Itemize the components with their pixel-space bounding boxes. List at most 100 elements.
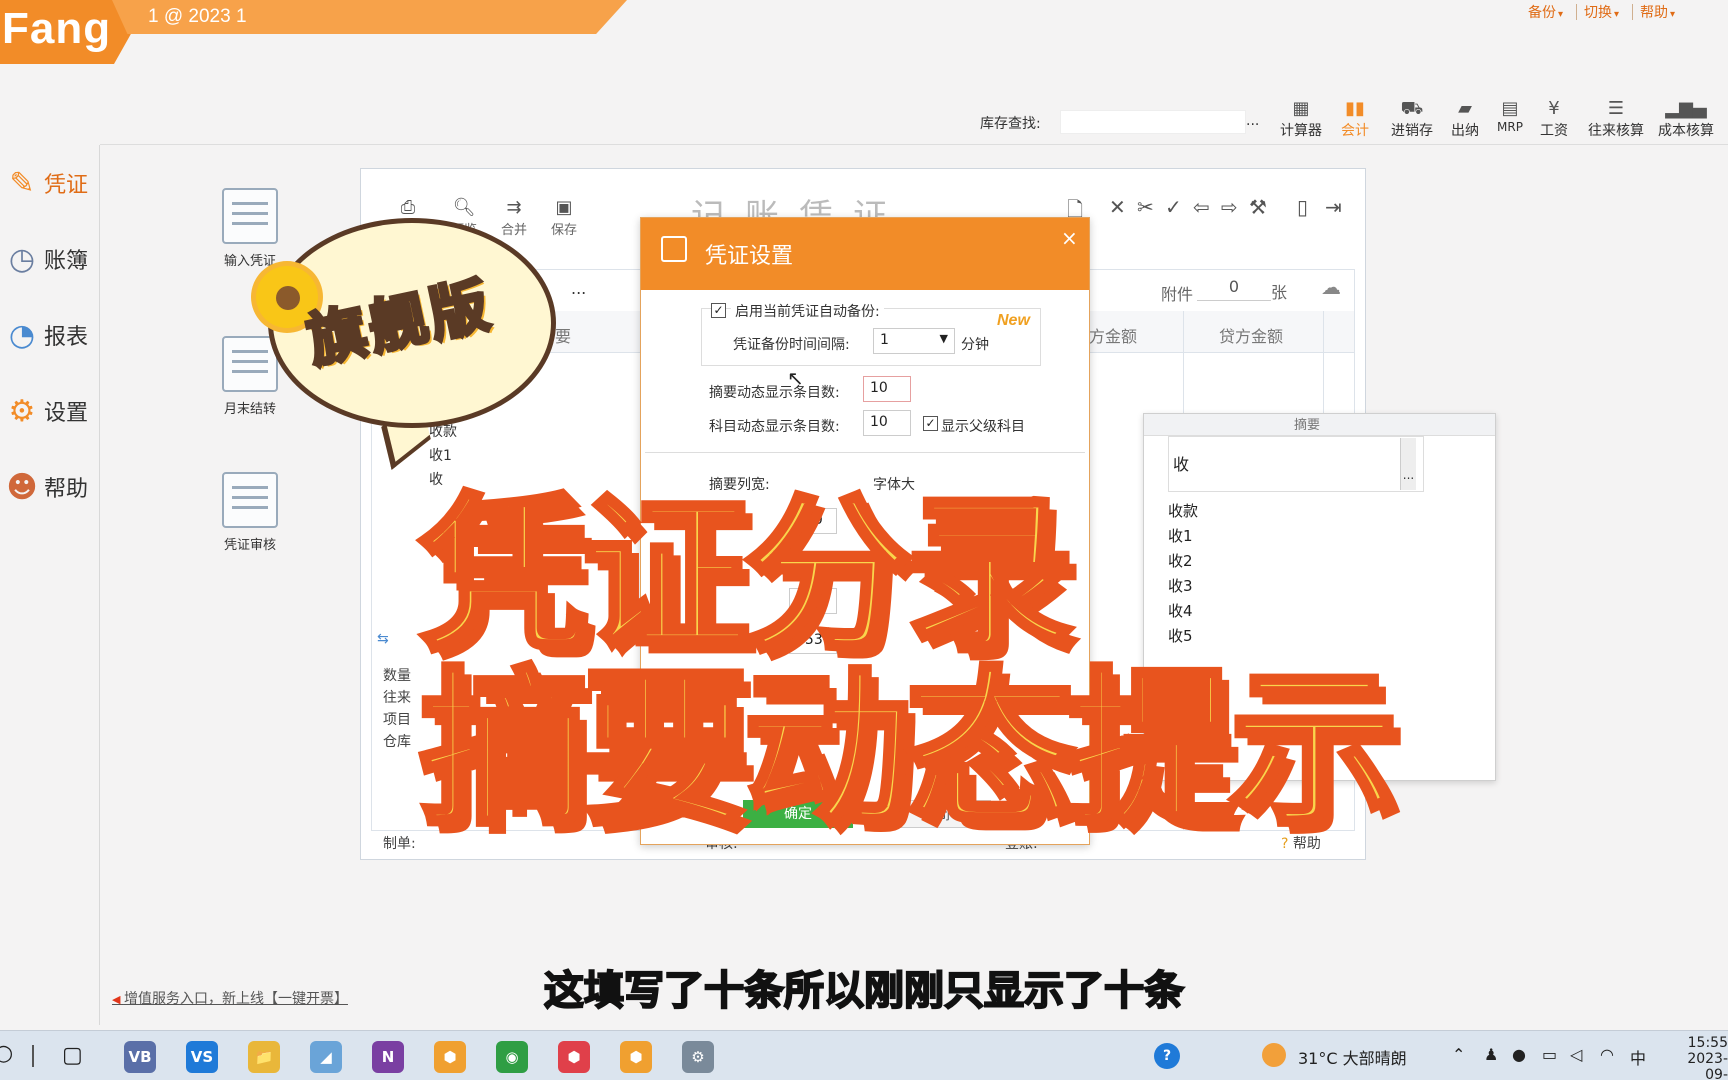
help-icon[interactable]: ?: [1154, 1043, 1180, 1069]
taskbar-separator: [32, 1045, 34, 1067]
taskbar-app[interactable]: 📁: [248, 1041, 280, 1073]
inventory-search-input[interactable]: [1060, 110, 1246, 134]
module-mrp[interactable]: ▤ MRP: [1490, 98, 1530, 142]
list-item[interactable]: 收1: [1168, 525, 1193, 546]
func-label: 输入凭证: [223, 254, 276, 269]
module-label: 出纳: [1451, 123, 1479, 139]
taskbar-app[interactable]: ⬢: [558, 1041, 590, 1073]
show-parent-checkbox[interactable]: ✓: [923, 416, 938, 431]
menu-switch[interactable]: 切换: [1584, 2, 1619, 22]
summary-count-label: 摘要动态显示条目数:: [709, 385, 840, 401]
module-receivables[interactable]: ☰ 往来核算: [1584, 98, 1648, 142]
title-bar: Fang 1 @ 2023 1 备份 切换 帮助: [0, 0, 1728, 64]
select-value: 1: [880, 332, 889, 348]
nav-label: 凭证: [44, 173, 89, 198]
upload-cloud-icon[interactable]: ☁: [1321, 275, 1341, 299]
module-label: 计算器: [1280, 123, 1322, 139]
taskbar-app[interactable]: VS: [186, 1041, 218, 1073]
next-icon[interactable]: ⇨: [1221, 195, 1238, 219]
chevron-up-icon[interactable]: ⌃: [1452, 1045, 1465, 1064]
taskbar-app[interactable]: ◢: [310, 1041, 342, 1073]
stamp-icon[interactable]: ⚒: [1249, 195, 1267, 219]
taskbar-app[interactable]: ⬢: [434, 1041, 466, 1073]
side-label-warehouse: 仓库: [383, 734, 411, 750]
clock[interactable]: 15:55 2023-09-: [1668, 1035, 1728, 1080]
module-inventory[interactable]: ⛟ 进销存: [1384, 98, 1440, 142]
clock-time: 15:55: [1687, 1035, 1728, 1051]
nav-item-voucher[interactable]: ✎ 凭证: [0, 158, 100, 208]
list-item[interactable]: 收2: [1168, 550, 1193, 571]
func-label: 月末结转: [223, 402, 276, 417]
module-accounting[interactable]: ▮▮ 会计: [1332, 98, 1378, 142]
task-view-icon[interactable]: ▢: [62, 1043, 83, 1068]
func-label: 凭证审核: [223, 538, 276, 553]
book-icon: ▮▮: [1345, 98, 1365, 119]
menu-help[interactable]: 帮助: [1640, 2, 1675, 22]
prev-icon[interactable]: ⇦: [1193, 195, 1210, 219]
mrp-icon: ▤: [1501, 98, 1519, 119]
check-icon[interactable]: ✓: [1165, 195, 1182, 219]
exit-icon[interactable]: ⇥: [1325, 195, 1342, 219]
subject-count-label: 科目动态显示条目数:: [709, 419, 840, 435]
attachment-count-input[interactable]: 0: [1197, 275, 1271, 301]
summary-input[interactable]: 收: [1168, 436, 1424, 492]
save-icon: ▣: [555, 197, 573, 218]
expand-icon[interactable]: ⇆: [377, 631, 389, 647]
close-icon[interactable]: ×: [1061, 226, 1078, 250]
module-payroll[interactable]: ¥ 工资: [1534, 98, 1574, 142]
summary-count-input[interactable]: 10: [863, 376, 911, 402]
delete-icon[interactable]: ✕: [1109, 195, 1126, 219]
module-costing[interactable]: ▂▆▄ 成本核算: [1654, 98, 1718, 142]
voucher-entry-icon: [222, 188, 278, 244]
print-icon: ⎙: [400, 197, 416, 218]
show-parent-label: 显示父级科目: [941, 419, 1025, 435]
taskbar-app[interactable]: ⚙: [682, 1041, 714, 1073]
col-debit: 方金额: [1089, 327, 1138, 346]
clock-icon: ◷: [8, 241, 36, 277]
module-label: 会计: [1341, 123, 1369, 139]
tools-icon[interactable]: ✂: [1137, 195, 1154, 219]
taskbar-app[interactable]: N: [372, 1041, 404, 1073]
taskbar-app[interactable]: VB: [124, 1041, 156, 1073]
weather-text[interactable]: 31°C 大部晴朗: [1298, 1045, 1407, 1069]
save-button[interactable]: ▣ 保存: [541, 197, 587, 238]
func-voucher-audit[interactable]: 凭证审核: [200, 472, 300, 553]
module-calculator[interactable]: ▦ 计算器: [1276, 98, 1326, 142]
summary-more-button[interactable]: ...: [1400, 438, 1416, 490]
list-item[interactable]: 收3: [1168, 575, 1193, 596]
wifi-icon[interactable]: ◠: [1600, 1045, 1614, 1064]
backup-enable-checkbox[interactable]: ✓: [711, 303, 726, 318]
module-cashier[interactable]: ▰ 出纳: [1446, 98, 1484, 142]
nav-item-ledger[interactable]: ◷ 账簿: [0, 234, 100, 284]
volume-icon[interactable]: ◁: [1570, 1045, 1582, 1064]
nav-item-settings[interactable]: ⚙ 设置: [0, 386, 100, 436]
preview-icon: 🔍︎: [452, 197, 476, 218]
func-voucher-entry[interactable]: 输入凭证: [200, 188, 300, 269]
weather-icon: [1262, 1043, 1286, 1067]
subject-count-input[interactable]: 10: [863, 410, 911, 436]
attach-icon[interactable]: ▯: [1297, 195, 1308, 219]
backup-interval-select[interactable]: 1 ▼: [873, 328, 955, 354]
voucher-more-button[interactable]: ...: [571, 279, 586, 298]
taskbar-app[interactable]: ◉: [496, 1041, 528, 1073]
nav-label: 报表: [44, 325, 89, 350]
module-label: 工资: [1540, 123, 1568, 139]
module-label: 成本核算: [1658, 123, 1714, 139]
merge-button[interactable]: ⇉ 合并: [491, 197, 537, 238]
list-item[interactable]: 收款: [1168, 500, 1198, 521]
tray-app-icon[interactable]: ♟: [1484, 1045, 1498, 1064]
tray-app-icon[interactable]: ●: [1512, 1045, 1526, 1064]
nav-item-help[interactable]: ☻ 帮助: [0, 462, 100, 512]
taskbar-app[interactable]: ⬢: [620, 1041, 652, 1073]
nav-item-report[interactable]: ◔ 报表: [0, 310, 100, 360]
side-label-quantity: 数量: [383, 668, 411, 684]
chevron-down-icon: ▼: [939, 332, 948, 345]
inventory-search-more-button[interactable]: ...: [1246, 113, 1259, 129]
flower-center: [276, 286, 300, 310]
backup-interval-label: 凭证备份时间间隔:: [733, 337, 850, 353]
search-icon[interactable]: ○: [0, 1041, 13, 1066]
menu-backup[interactable]: 备份: [1528, 2, 1563, 22]
battery-icon[interactable]: ▭: [1542, 1045, 1557, 1064]
module-label: MRP: [1497, 120, 1523, 134]
ime-indicator[interactable]: 中: [1630, 1045, 1646, 1069]
